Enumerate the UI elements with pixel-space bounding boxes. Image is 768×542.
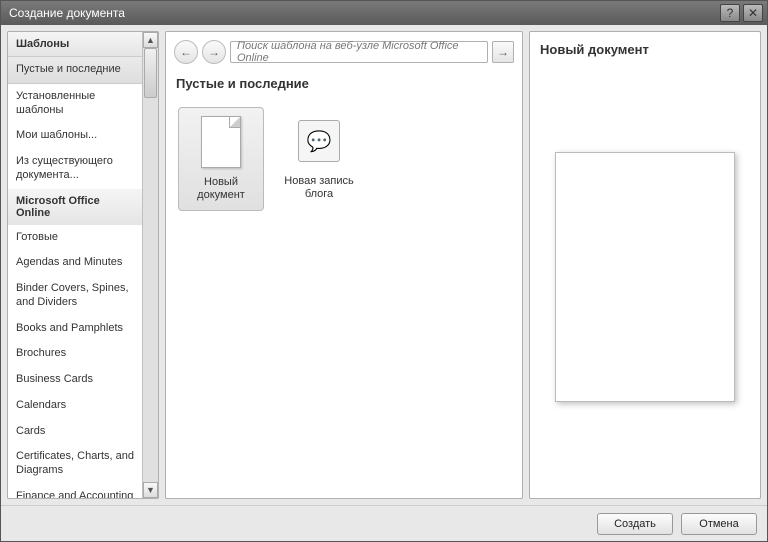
toolbar: ← → Поиск шаблона на веб-узле Microsoft … xyxy=(174,40,514,64)
dialog-body: Шаблоны Пустые и последние Установленные… xyxy=(1,25,767,505)
titlebar: Создание документа ? ✕ xyxy=(1,1,767,25)
cancel-button[interactable]: Отмена xyxy=(681,513,757,535)
sidebar-item[interactable]: Books and Pamphlets xyxy=(8,316,142,342)
blog-icon: 💬 xyxy=(295,113,343,169)
nav-back-button[interactable]: ← xyxy=(174,40,198,64)
sidebar-item[interactable]: Brochures xyxy=(8,341,142,367)
section-title: Пустые и последние xyxy=(174,72,514,95)
close-button[interactable]: ✕ xyxy=(743,4,763,22)
preview-page-icon xyxy=(555,152,735,402)
sidebar: Шаблоны Пустые и последние Установленные… xyxy=(7,31,159,499)
sidebar-item[interactable]: Certificates, Charts, and Diagrams xyxy=(8,444,142,484)
search-input[interactable]: Поиск шаблона на веб-узле Microsoft Offi… xyxy=(230,41,488,63)
scroll-down-icon[interactable]: ▼ xyxy=(143,482,158,498)
template-item-label: Новая запись блога xyxy=(280,175,358,201)
document-icon xyxy=(197,114,245,170)
arrow-right-icon: → xyxy=(497,45,509,59)
template-item-new-blog-post[interactable]: 💬 Новая запись блога xyxy=(276,107,362,211)
category-header-templates: Шаблоны xyxy=(8,32,142,56)
preview-panel: Новый документ xyxy=(529,31,761,499)
window-title: Создание документа xyxy=(5,6,717,20)
sidebar-item-installed-templates[interactable]: Установленные шаблоны xyxy=(8,84,142,124)
sidebar-item-my-templates[interactable]: Мои шаблоны... xyxy=(8,123,142,149)
dialog-footer: Создать Отмена xyxy=(1,505,767,541)
scroll-thumb[interactable] xyxy=(144,48,157,98)
help-button[interactable]: ? xyxy=(720,4,740,22)
search-go-button[interactable]: → xyxy=(492,41,514,63)
category-list: Шаблоны Пустые и последние Установленные… xyxy=(8,32,142,498)
template-items: Новый документ 💬 Новая запись блога xyxy=(174,103,514,215)
sidebar-item[interactable]: Finance and Accounting xyxy=(8,484,142,498)
sidebar-item[interactable]: Agendas and Minutes xyxy=(8,250,142,276)
template-item-label: Новый документ xyxy=(183,176,259,202)
sidebar-item[interactable]: Cards xyxy=(8,419,142,445)
preview-area xyxy=(540,65,750,488)
sidebar-item[interactable]: Binder Covers, Spines, and Dividers xyxy=(8,276,142,316)
nav-forward-button[interactable]: → xyxy=(202,40,226,64)
scroll-up-icon[interactable]: ▲ xyxy=(143,32,158,48)
category-header-office-online: Microsoft Office Online xyxy=(8,189,142,225)
create-button[interactable]: Создать xyxy=(597,513,673,535)
sidebar-item[interactable]: Business Cards xyxy=(8,367,142,393)
sidebar-item[interactable]: Calendars xyxy=(8,393,142,419)
arrow-left-icon: ← xyxy=(180,45,192,59)
sidebar-item-blank-recent[interactable]: Пустые и последние xyxy=(8,56,142,84)
main-panel: ← → Поиск шаблона на веб-узле Microsoft … xyxy=(165,31,523,499)
sidebar-item[interactable]: Готовые xyxy=(8,225,142,251)
sidebar-scrollbar[interactable]: ▲ ▼ xyxy=(142,32,158,498)
preview-title: Новый документ xyxy=(540,42,750,57)
arrow-right-icon: → xyxy=(208,45,220,59)
dialog-window: Создание документа ? ✕ Шаблоны Пустые и … xyxy=(0,0,768,542)
template-item-new-document[interactable]: Новый документ xyxy=(178,107,264,211)
sidebar-item-from-existing[interactable]: Из существующего документа... xyxy=(8,149,142,189)
